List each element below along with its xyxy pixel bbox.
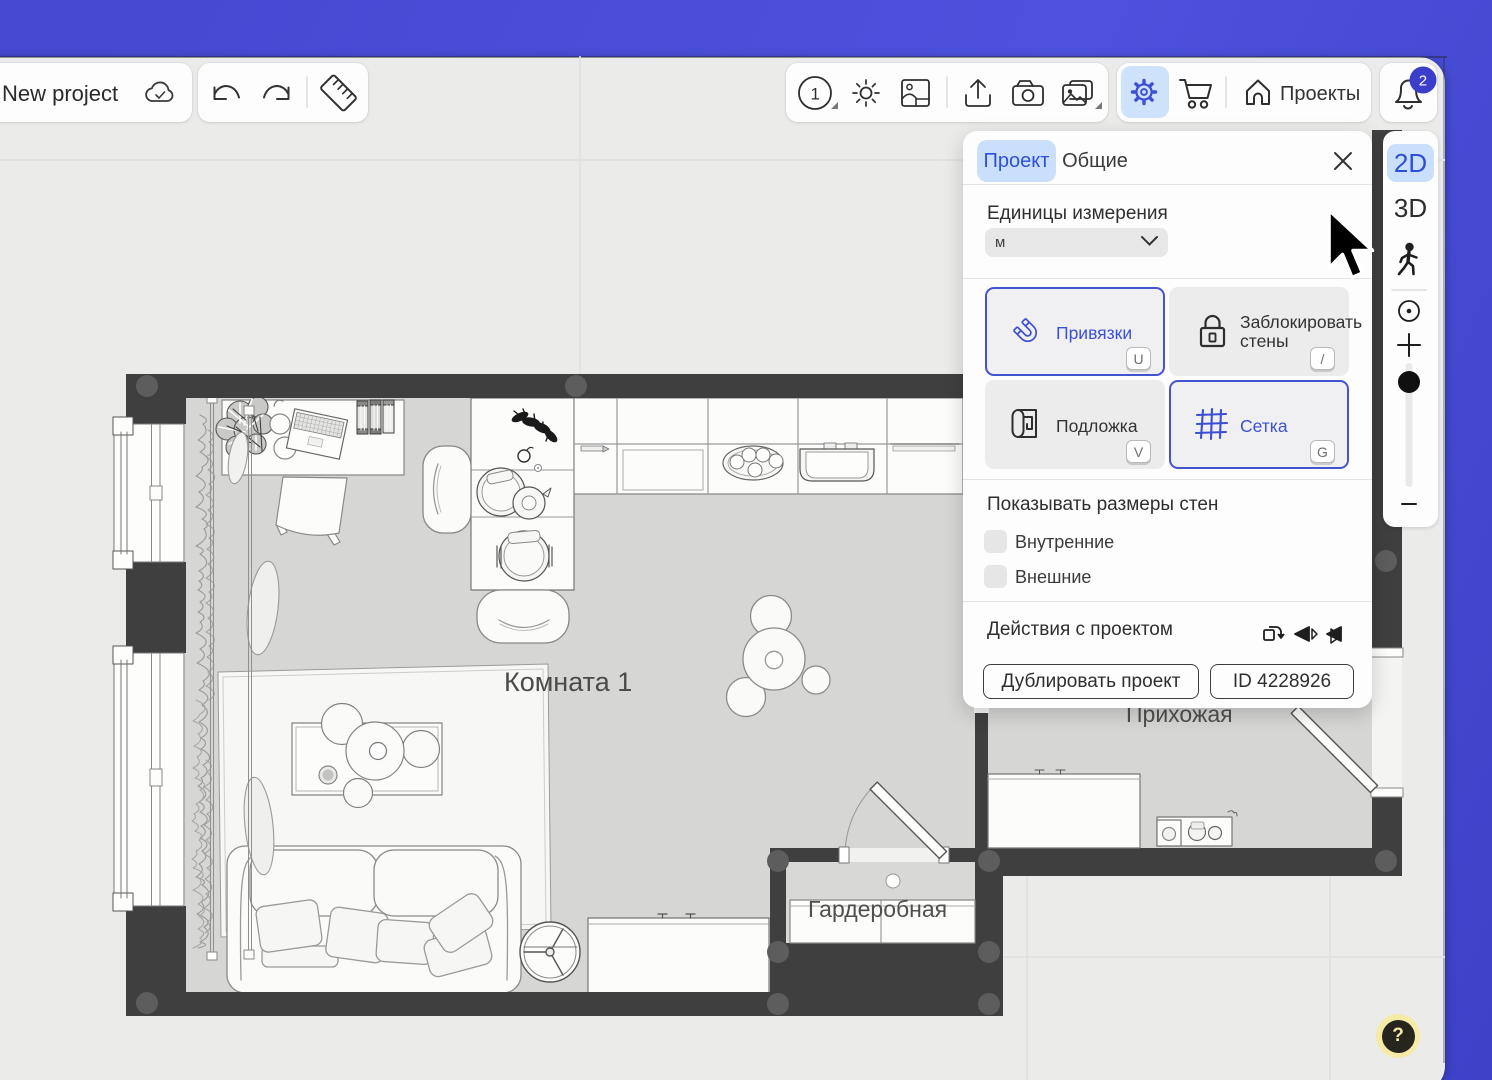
svg-text:Комната 1: Комната 1 [504,667,632,697]
svg-text:Гардеробная: Гардеробная [808,896,947,922]
